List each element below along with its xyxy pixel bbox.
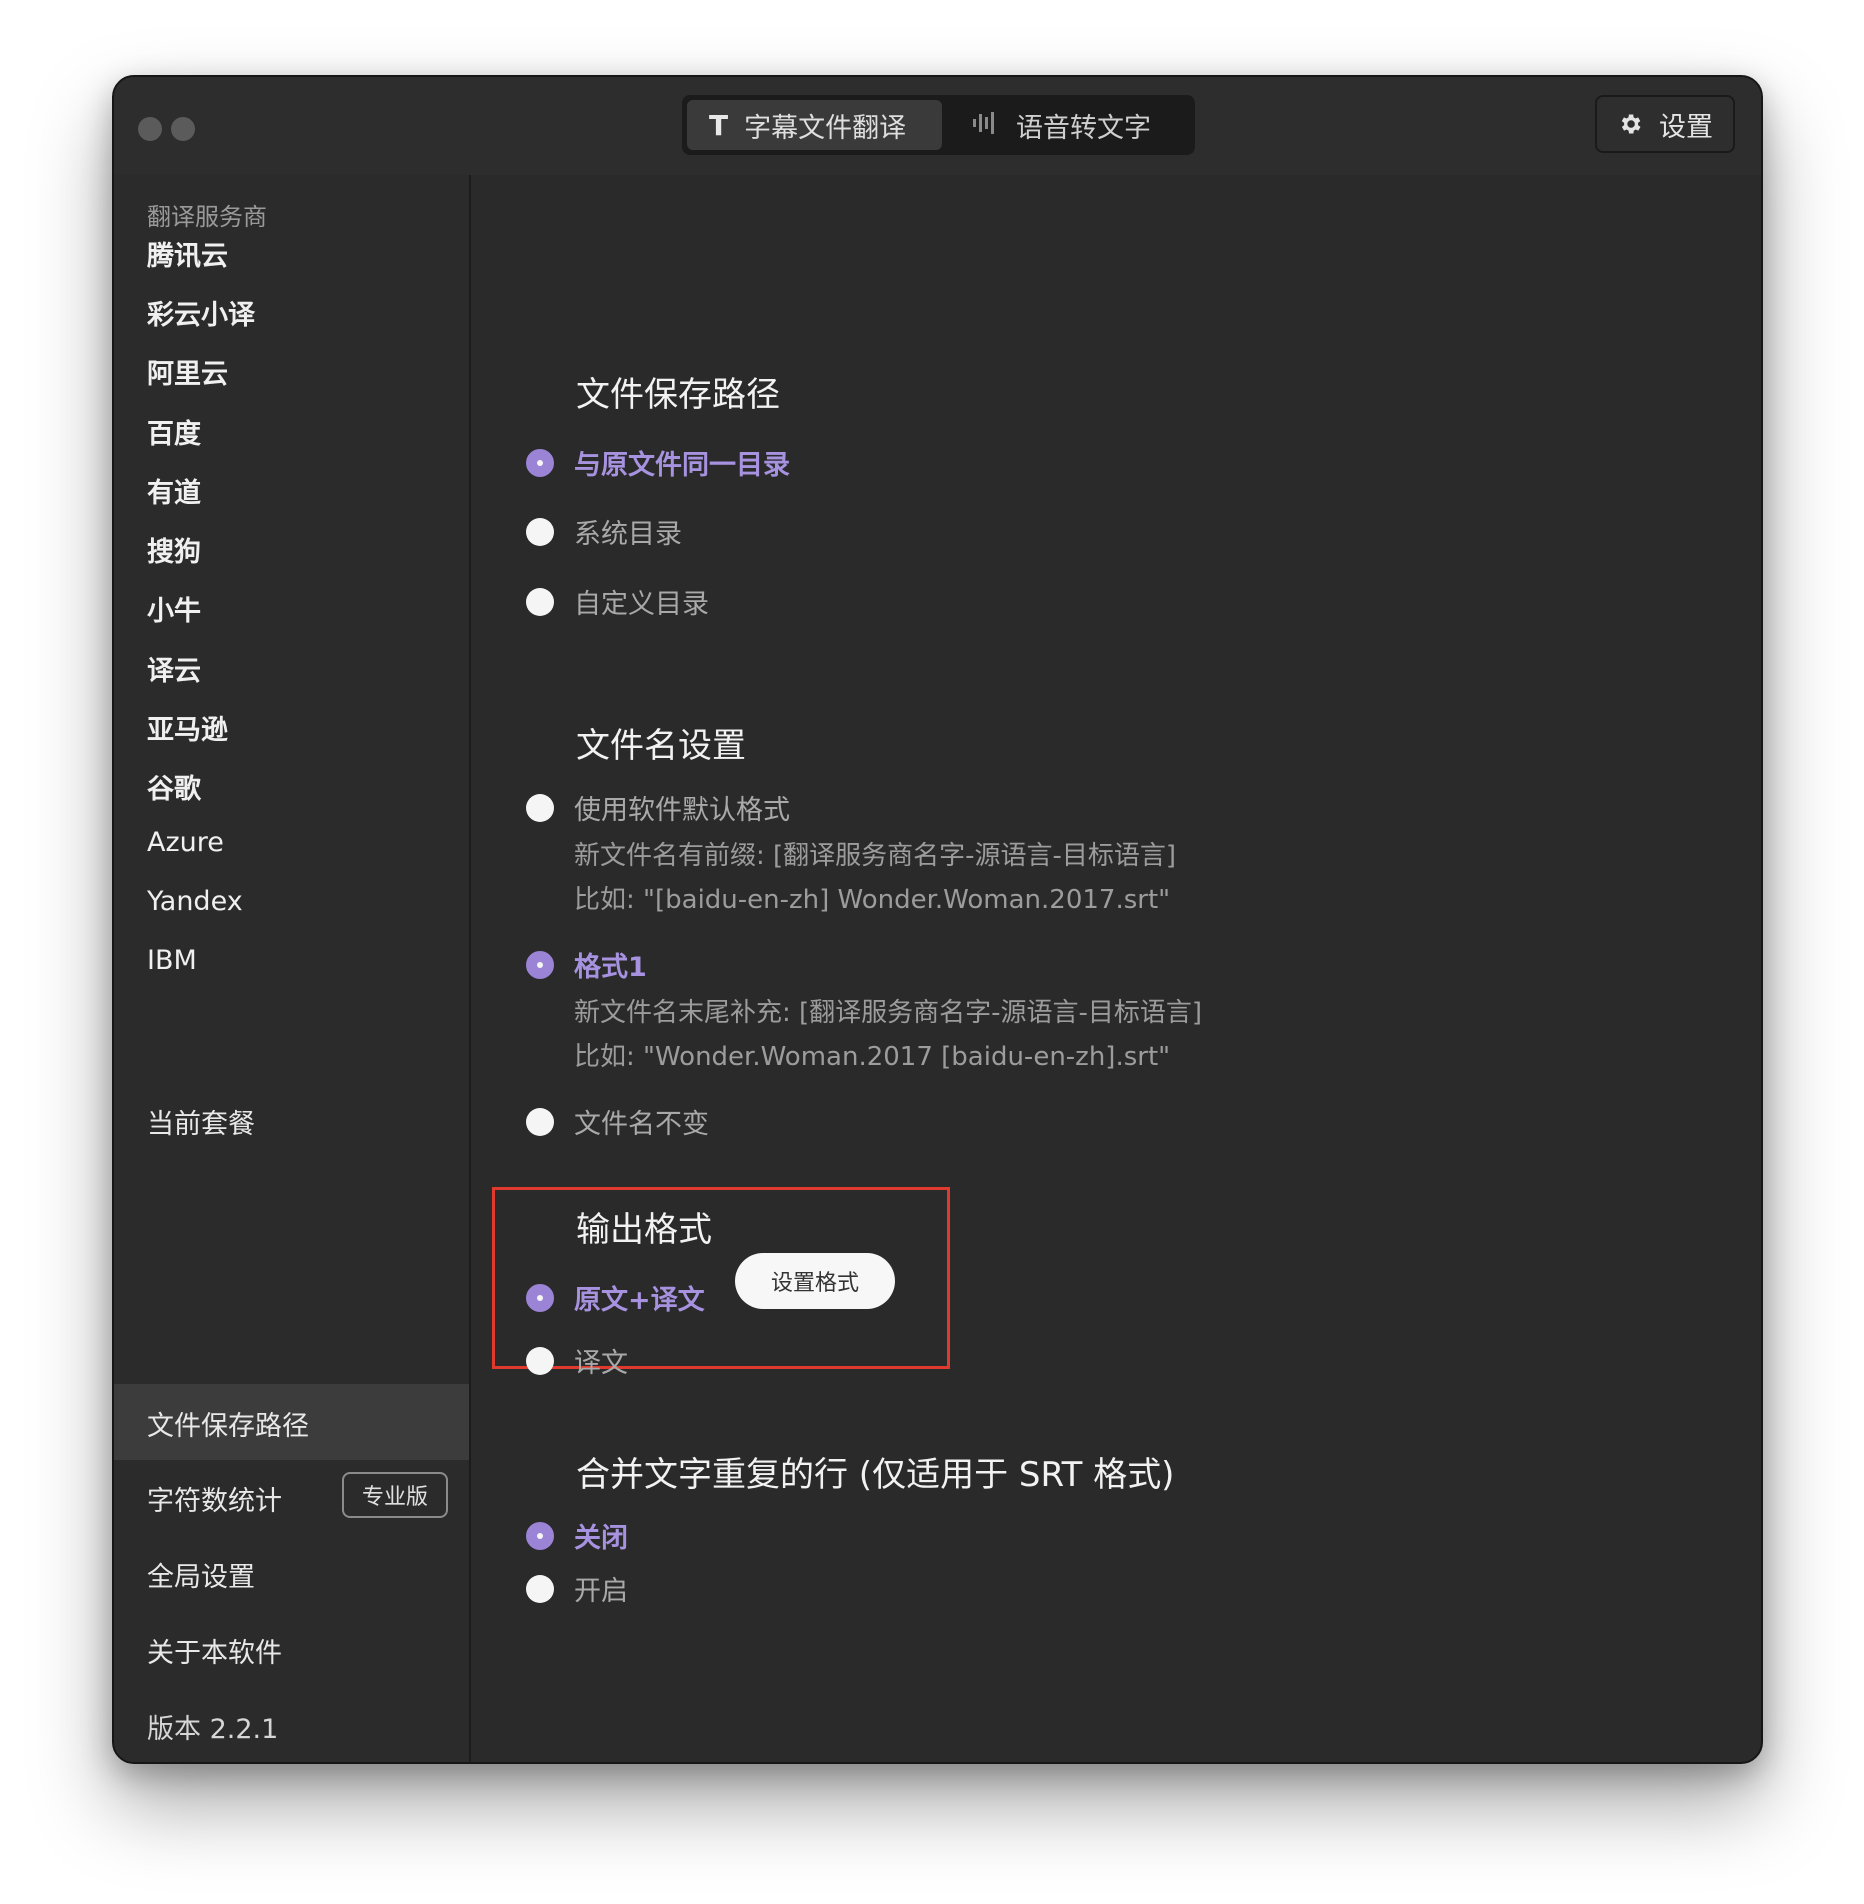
radio-unchecked-icon[interactable] (526, 1346, 554, 1375)
radio-unchecked-icon[interactable] (526, 1574, 554, 1603)
sidebar-item-save-path[interactable]: 文件保存路径 (147, 1404, 309, 1443)
tab-label: 语音转文字 (1016, 112, 1151, 144)
format-1-desc: 新文件名末尾补充: [翻译服务商名字-源语言-目标语言] (574, 998, 1203, 1028)
radio-system-directory[interactable]: 系统目录 (526, 512, 682, 551)
settings-button[interactable]: 设置 (1595, 95, 1735, 153)
sidebar-item-tencent[interactable]: 腾讯云 (147, 234, 228, 273)
tab-speech-to-text[interactable]: 语音转文字 (942, 100, 1190, 150)
sidebar-item-yandex[interactable]: Yandex (147, 886, 243, 917)
text-t-icon: T (709, 108, 729, 142)
sidebar-item-yiyun[interactable]: 译云 (147, 649, 201, 688)
version-label: 版本 2.2.1 (147, 1714, 279, 1745)
default-format-desc: 新文件名有前缀: [翻译服务商名字-源语言-目标语言] (574, 841, 1177, 871)
sidebar-item-amazon[interactable]: 亚马逊 (147, 708, 228, 747)
radio-label: 自定义目录 (574, 589, 709, 620)
sidebar-item-google[interactable]: 谷歌 (147, 767, 201, 806)
radio-merge-on[interactable]: 开启 (526, 1569, 628, 1608)
filename-title: 文件名设置 (576, 726, 746, 766)
app-window: T 字幕文件翻译 语音转文字 设置 翻译服务商 腾讯云 彩云小译 阿里云 百度 … (112, 75, 1763, 1764)
radio-format-1[interactable]: 格式1 (526, 945, 647, 984)
radio-checked-icon[interactable] (526, 448, 554, 477)
radio-unchecked-icon[interactable] (526, 793, 554, 822)
pro-badge: 专业版 (342, 1472, 448, 1518)
radio-label: 关闭 (574, 1523, 628, 1554)
radio-checked-icon[interactable] (526, 1521, 554, 1550)
radio-label: 与原文件同一目录 (574, 450, 790, 481)
radio-keep-filename[interactable]: 文件名不变 (526, 1102, 709, 1141)
waveform-icon (972, 109, 998, 142)
radio-checked-icon[interactable] (526, 1283, 554, 1312)
radio-label: 系统目录 (574, 519, 682, 550)
sidebar-heading: 翻译服务商 (147, 203, 267, 231)
sidebar-item-global-settings[interactable]: 全局设置 (147, 1555, 255, 1594)
radio-label: 原文+译文 (574, 1285, 705, 1316)
set-format-button[interactable]: 设置格式 (735, 1253, 895, 1309)
radio-checked-icon[interactable] (526, 950, 554, 979)
gear-icon (1621, 114, 1641, 134)
radio-label: 文件名不变 (574, 1109, 709, 1140)
tab-label: 字幕文件翻译 (744, 112, 907, 144)
radio-translation-only[interactable]: 译文 (526, 1341, 628, 1380)
output-format-title: 输出格式 (576, 1210, 712, 1250)
radio-label: 格式1 (574, 952, 647, 983)
radio-label: 使用软件默认格式 (574, 795, 790, 826)
radio-same-directory[interactable]: 与原文件同一目录 (526, 443, 790, 482)
merge-lines-title: 合并文字重复的行 (仅适用于 SRT 格式) (576, 1455, 1175, 1495)
radio-default-format[interactable]: 使用软件默认格式 (526, 788, 790, 827)
titlebar: T 字幕文件翻译 语音转文字 设置 (114, 77, 1761, 175)
sidebar-item-youdao[interactable]: 有道 (147, 471, 201, 510)
settings-label: 设置 (1659, 111, 1713, 143)
close-window-button[interactable] (138, 117, 162, 141)
sidebar-item-azure[interactable]: Azure (147, 827, 224, 858)
mode-tabs: T 字幕文件翻译 语音转文字 (682, 95, 1195, 155)
sidebar-item-sogou[interactable]: 搜狗 (147, 530, 201, 569)
radio-unchecked-icon[interactable] (526, 1107, 554, 1136)
sidebar-item-char-count[interactable]: 字符数统计 (147, 1479, 282, 1518)
main-panel: 文件保存路径 与原文件同一目录 系统目录 自定义目录 文件名设置 使用软件默认格… (471, 175, 1761, 1762)
format-1-example: 比如: "Wonder.Woman.2017 [baidu-en-zh].srt… (574, 1042, 1171, 1072)
sidebar-item-aliyun[interactable]: 阿里云 (147, 352, 228, 391)
sidebar-item-caiyun[interactable]: 彩云小译 (147, 293, 255, 332)
tab-subtitle-translation[interactable]: T 字幕文件翻译 (687, 100, 942, 150)
sidebar-item-ibm[interactable]: IBM (147, 945, 197, 976)
default-format-example: 比如: "[baidu-en-zh] Wonder.Woman.2017.srt… (574, 885, 1171, 915)
radio-label: 译文 (574, 1348, 628, 1379)
save-path-title: 文件保存路径 (576, 375, 780, 415)
sidebar-item-baidu[interactable]: 百度 (147, 412, 201, 451)
radio-merge-off[interactable]: 关闭 (526, 1516, 628, 1555)
radio-unchecked-icon[interactable] (526, 517, 554, 546)
sidebar-item-niutrans[interactable]: 小牛 (147, 589, 201, 628)
sidebar-item-plan[interactable]: 当前套餐 (147, 1102, 255, 1141)
radio-custom-directory[interactable]: 自定义目录 (526, 582, 709, 621)
radio-original-plus-translation[interactable]: 原文+译文 (526, 1278, 705, 1317)
radio-unchecked-icon[interactable] (526, 587, 554, 616)
sidebar-item-about[interactable]: 关于本软件 (147, 1631, 282, 1670)
radio-label: 开启 (574, 1576, 628, 1607)
minimize-window-button[interactable] (171, 117, 195, 141)
